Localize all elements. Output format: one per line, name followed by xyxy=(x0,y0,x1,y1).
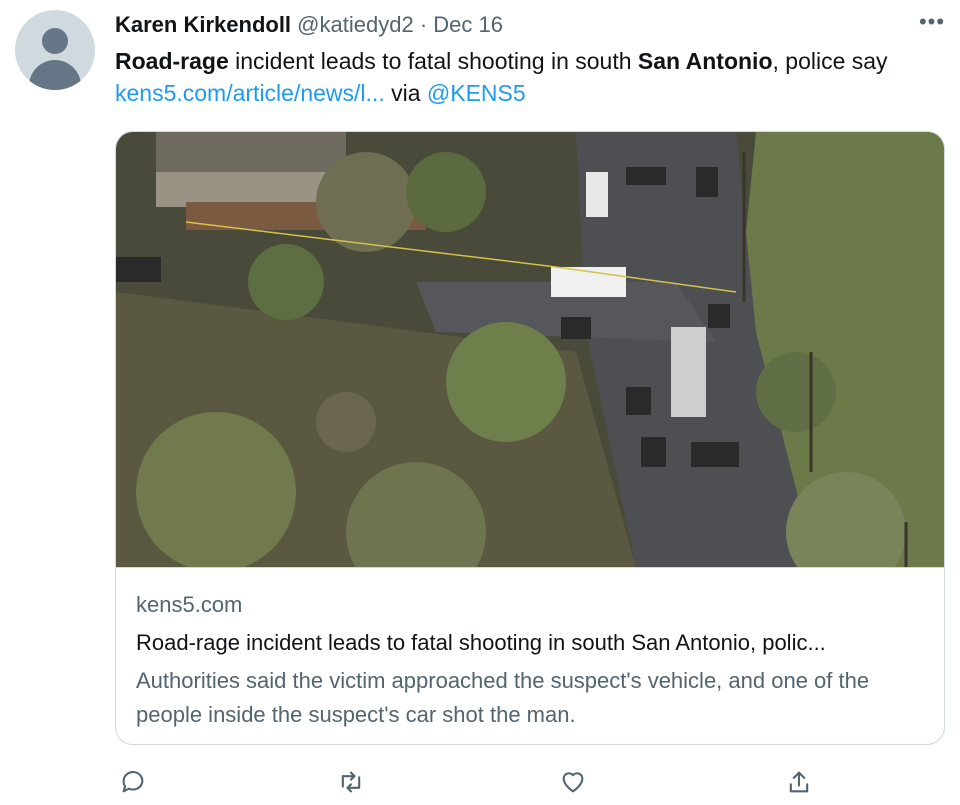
tweet-text: Road-rage incident leads to fatal shooti… xyxy=(115,45,955,109)
retweet-icon xyxy=(341,771,361,793)
reply-button[interactable] xyxy=(116,765,150,799)
via-text: via xyxy=(384,80,427,106)
heart-icon xyxy=(562,772,584,793)
tweet-text-2: incident leads to fatal shooting in sout… xyxy=(228,48,638,74)
tweet-text-4: , police say xyxy=(772,48,888,74)
like-button[interactable] xyxy=(556,765,590,799)
card-title: Road-rage incident leads to fatal shooti… xyxy=(136,630,826,655)
retweet-button[interactable] xyxy=(334,765,368,799)
avatar-head xyxy=(42,28,68,54)
share-button[interactable] xyxy=(782,765,816,799)
tweet-text-bold-1: Road-rage xyxy=(115,48,229,74)
more-options-icon[interactable]: ••• xyxy=(916,11,948,36)
reply-icon xyxy=(122,770,144,793)
author-handle[interactable]: @katiedyd2 xyxy=(297,12,414,37)
card-domain: kens5.com xyxy=(136,592,243,617)
card-image[interactable] xyxy=(116,132,945,567)
tweet-date[interactable]: Dec 16 xyxy=(433,12,503,37)
avatar-shoulders xyxy=(29,60,81,90)
avatar[interactable] xyxy=(15,10,95,90)
article-link[interactable]: kens5.com/article/news/l... xyxy=(115,80,385,106)
link-card[interactable]: kens5.com Road-rage incident leads to fa… xyxy=(115,131,945,745)
mention-link[interactable]: @KENS5 xyxy=(427,80,526,106)
tweet-text-bold-3: San Antonio xyxy=(637,48,773,74)
tweet-header: Karen Kirkendoll @katiedyd2 · Dec 16 xyxy=(115,11,503,39)
card-description: Authorities said the victim approached t… xyxy=(136,668,870,727)
author-name[interactable]: Karen Kirkendoll xyxy=(115,12,291,37)
separator-dot: · xyxy=(419,12,428,37)
card-meta[interactable]: kens5.com Road-rage incident leads to fa… xyxy=(116,567,944,744)
share-icon xyxy=(789,771,809,793)
